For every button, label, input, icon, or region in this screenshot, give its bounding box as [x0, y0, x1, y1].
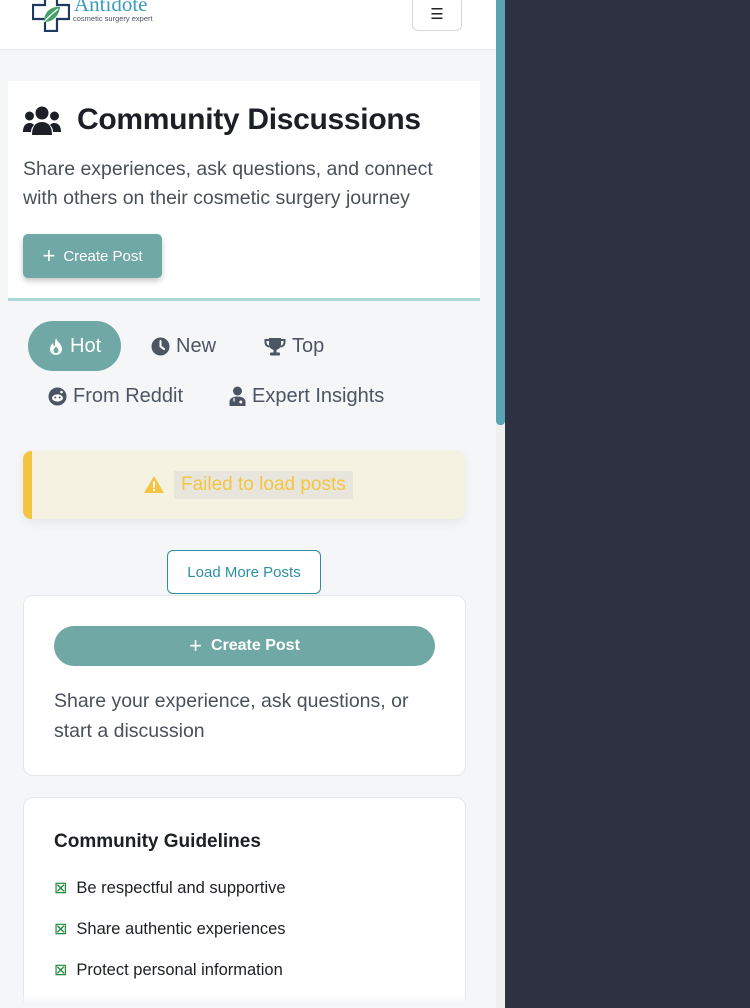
tab-top[interactable]: Top — [264, 321, 324, 371]
check-icon: ⊠ — [54, 880, 68, 897]
create-post-label: Create Post — [63, 247, 143, 265]
users-icon — [23, 106, 61, 135]
create-post-button[interactable]: + Create Post — [23, 234, 162, 278]
guideline-item: ⊠ Protect personal information — [54, 960, 283, 980]
create-post-card: + Create Post Share your experience, ask… — [23, 595, 466, 776]
trophy-icon — [264, 337, 286, 355]
tab-hot-label: Hot — [70, 334, 102, 357]
plus-icon: + — [189, 633, 202, 658]
reddit-icon — [48, 387, 67, 405]
tab-new[interactable]: New — [151, 321, 216, 371]
error-alert: Failed to load posts — [23, 451, 465, 519]
guideline-item: ⊠ Be respectful and supportive — [54, 878, 286, 898]
logo-icon[interactable] — [32, 0, 70, 32]
brand-tagline: cosmetic surgery expert — [73, 14, 153, 23]
tab-hot[interactable]: Hot — [28, 321, 122, 371]
guidelines-card: Community Guidelines ⊠ Be respectful and… — [23, 797, 466, 1008]
menu-toggle-button[interactable]: ☰ — [412, 0, 462, 31]
plus-icon: + — [42, 243, 56, 268]
load-more-button[interactable]: Load More Posts — [167, 550, 321, 594]
page-title: Community Discussions — [77, 103, 421, 136]
tab-top-label: Top — [292, 334, 325, 357]
tab-new-label: New — [176, 334, 217, 357]
create-post-description: Share your experience, ask questions, or… — [54, 690, 409, 742]
check-icon: ⊠ — [54, 962, 68, 979]
doctor-icon — [229, 386, 246, 406]
page-description: Share experiences, ask questions, and co… — [23, 158, 433, 209]
guideline-text: Share authentic experiences — [76, 919, 286, 938]
guideline-item: ⊠ Share authentic experiences — [54, 919, 286, 939]
clock-icon — [151, 337, 170, 355]
warning-icon — [144, 476, 164, 493]
community-page: Antidote cosmetic surgery expert ☰ Commu… — [0, 0, 496, 1008]
guideline-text: Be respectful and supportive — [76, 878, 286, 897]
hamburger-icon: ☰ — [430, 5, 444, 23]
tab-expert-insights-label: Expert Insights — [252, 384, 385, 407]
hero-section: Community Discussions Share experiences,… — [8, 81, 480, 301]
check-icon: ⊠ — [54, 921, 68, 938]
scroll-fade — [0, 995, 496, 1008]
tab-from-reddit-label: From Reddit — [73, 384, 184, 407]
guidelines-title: Community Guidelines — [54, 831, 261, 852]
top-navbar: Antidote cosmetic surgery expert ☰ — [0, 0, 496, 50]
card-create-post-label: Create Post — [210, 637, 300, 654]
tab-from-reddit[interactable]: From Reddit — [48, 371, 183, 421]
scrollbar-thumb[interactable] — [496, 0, 505, 425]
card-create-post-button[interactable]: + Create Post — [54, 626, 435, 666]
guideline-text: Protect personal information — [76, 960, 283, 979]
tab-expert-insights[interactable]: Expert Insights — [229, 371, 384, 421]
fire-icon — [50, 337, 62, 355]
alert-message: Failed to load posts — [174, 471, 353, 499]
